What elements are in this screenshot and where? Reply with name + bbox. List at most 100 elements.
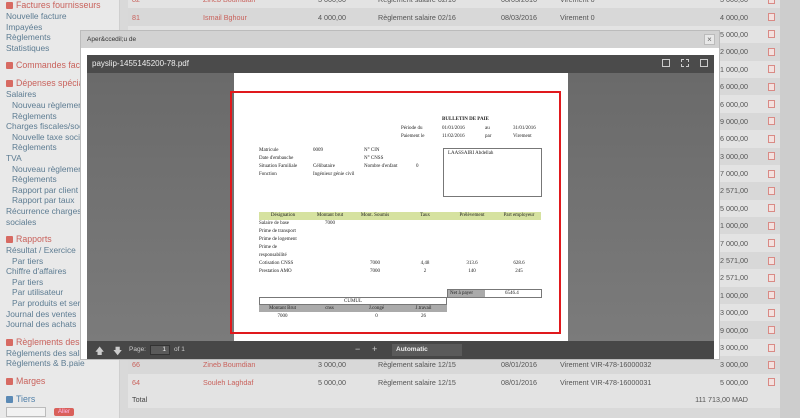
pdf-icon[interactable] [768, 13, 775, 22]
pdf-icon[interactable] [768, 82, 775, 91]
payment-mode: Virement VIR-478-16000031 [560, 377, 652, 387]
pdf-icon[interactable] [768, 134, 775, 143]
pdf-filename: payslip-1455145200-78.pdf [92, 59, 189, 68]
pdf-icon[interactable] [768, 117, 775, 126]
pdf-icon[interactable] [768, 186, 775, 195]
pdf-icon[interactable] [768, 100, 775, 109]
cumul-value: 26 [421, 314, 426, 319]
cumul-box: CUMUL [259, 297, 447, 305]
tier-link[interactable]: Ismail Bghour [203, 13, 247, 22]
payment-ref-link[interactable]: 66 [132, 360, 140, 369]
zoom-in-button[interactable]: + [372, 344, 377, 354]
pdf-icon[interactable] [768, 30, 775, 39]
payment-date: 08/03/2016 [501, 0, 537, 4]
row-total: 1 000,00 [720, 64, 748, 74]
net-pay: Net à payer 6546.4 [447, 289, 542, 298]
pdf-icon[interactable] [768, 239, 775, 248]
pdf-icon[interactable] [768, 0, 775, 4]
payslip-line: Salaire de base 7000 [259, 220, 541, 228]
section-factures[interactable]: Factures fournisseurs [6, 0, 119, 11]
payment-ref-link[interactable]: 81 [132, 13, 140, 22]
tiers-search: Aller [6, 407, 119, 418]
pdf-icon[interactable] [768, 65, 775, 74]
payment-mode: Virement VIR-478-16000032 [560, 360, 652, 370]
payment-label: Règlement salaire 02/16 [378, 0, 456, 4]
column-header: Montant brut [316, 213, 344, 218]
pdf-icon[interactable] [768, 273, 775, 282]
zoom-out-button[interactable]: − [355, 344, 360, 354]
cumul-column: Montant Brut [268, 306, 297, 311]
payment-date: 08/01/2016 [501, 377, 537, 387]
row-total: 6 000,00 [720, 134, 748, 144]
pdf-icon[interactable] [768, 221, 775, 230]
aller-button[interactable]: Aller [54, 408, 75, 417]
label: au [485, 126, 490, 131]
tier-link[interactable]: Souleh Laghdaf [203, 378, 253, 387]
zoom-value: Automatic [396, 346, 428, 353]
download-icon[interactable] [700, 59, 708, 67]
row-total: 2 571,00 [720, 256, 748, 266]
pdf-icon[interactable] [768, 47, 775, 56]
section-marges[interactable]: Marges [6, 376, 119, 387]
link-nouvelle-facture[interactable]: Nouvelle facture [6, 11, 119, 22]
table-row: 64 Souleh Laghdaf 5 000,00 Règlement salair… [128, 373, 780, 391]
amount: 4 000,00 [318, 12, 346, 22]
payslip-line: Prime de transport [259, 228, 541, 236]
payslip-cell: Prime de [259, 245, 277, 250]
payslip-cell: 140 [468, 269, 476, 274]
label: Période du [401, 126, 423, 131]
pdf-icon[interactable] [768, 256, 775, 265]
pdf-icon[interactable] [768, 152, 775, 161]
cumul-column: J.congé [368, 306, 385, 311]
label: Paiement le [401, 134, 425, 139]
pdf-icon[interactable] [768, 360, 775, 369]
cumul-values: 7000 0 26 [259, 312, 447, 320]
presentation-icon[interactable] [662, 59, 670, 67]
row-total: 1 000,00 [720, 221, 748, 231]
pdf-canvas[interactable]: BULLETIN DE PAIE Période du 01/01/2016 a… [87, 73, 714, 341]
row-total: 5 000,00 [720, 203, 748, 213]
previous-page-icon[interactable]: 🡅 [95, 344, 104, 360]
zoom-select[interactable]: Automatic [392, 344, 462, 356]
tier-link[interactable]: Zineb Boumdian [203, 0, 255, 4]
section-tiers[interactable]: Tiers [6, 394, 119, 405]
pdf-viewer: payslip-1455145200-78.pdf BULLETIN DE PA… [87, 55, 714, 359]
total-label: Total [132, 395, 148, 405]
cumul-header: Montant Brut cnss J.congé J.travail [259, 305, 447, 312]
tiers-input[interactable] [6, 407, 46, 418]
pdf-icon[interactable] [768, 291, 775, 300]
column-header: Taux [420, 213, 430, 218]
total-row: Total 111 713,00 MAD [128, 390, 780, 409]
grand-total: 111 713,00 MAD [695, 395, 748, 405]
column-header: Prélèvement [459, 213, 485, 218]
next-page-icon[interactable]: 🡇 [113, 344, 122, 360]
pdf-icon[interactable] [768, 378, 775, 387]
table-row: 81 Ismail Bghour 4 000,00 Règlement salaire… [128, 8, 780, 26]
pdf-icon[interactable] [768, 204, 775, 213]
value: Virement [513, 134, 532, 139]
payslip-cell: Cotisation CNSS [259, 261, 294, 266]
section-label: Marges [16, 376, 46, 387]
row-total: 3 000,00 [720, 308, 748, 318]
payment-label: Règlement salaire 02/16 [378, 12, 456, 22]
preview-dialog: Aper&ccedil;u de × payslip-1455145200-78… [80, 30, 720, 360]
page-count: of 1 [174, 346, 185, 353]
amount: 3 000,00 [318, 360, 346, 370]
payslip-cell: 313.6 [466, 261, 478, 266]
payslip-cell: Prime de logement [259, 237, 297, 242]
pdf-icon[interactable] [768, 326, 775, 335]
link-reglements-bpaie[interactable]: Règlements & B.paie [6, 358, 119, 369]
scrollbar[interactable] [780, 0, 800, 418]
row-total: 1 000,00 [720, 290, 748, 300]
pdf-icon[interactable] [768, 343, 775, 352]
pdf-icon[interactable] [768, 308, 775, 317]
tier-link[interactable]: Zineb Boumdian [203, 360, 255, 369]
report-icon [6, 236, 13, 244]
label: N° CNSS [364, 156, 384, 161]
payment-ref-link[interactable]: 82 [132, 0, 140, 4]
page-number-input[interactable]: 1 [150, 345, 170, 355]
pdf-icon[interactable] [768, 169, 775, 178]
fullscreen-icon[interactable] [681, 59, 689, 67]
payment-ref-link[interactable]: 64 [132, 378, 140, 387]
close-button[interactable]: × [704, 34, 715, 45]
